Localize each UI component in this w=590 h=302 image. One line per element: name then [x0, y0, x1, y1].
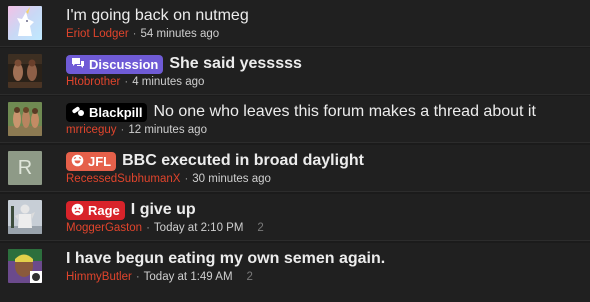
- chat-bubbles-icon: [71, 55, 85, 74]
- letter-avatar-icon[interactable]: R: [8, 151, 42, 185]
- thread-row[interactable]: R JFL BBC executed in broad daylight Rec…: [0, 145, 590, 192]
- thread-time[interactable]: Today at 1:49 AM: [144, 270, 233, 285]
- prefix-badge-jfl[interactable]: JFL: [66, 151, 117, 171]
- thread-title[interactable]: I have begun eating my own semen again.: [66, 249, 385, 269]
- thread-author[interactable]: HimmyButler: [66, 270, 132, 285]
- meta-separator: ·: [135, 271, 140, 283]
- meta-separator: ·: [120, 124, 125, 136]
- prefix-badge-rage[interactable]: Rage: [66, 200, 125, 220]
- prefix-badge-blackpill[interactable]: Blackpill: [66, 102, 148, 122]
- thread-time[interactable]: Today at 2:10 PM: [154, 221, 244, 236]
- pills-icon: [71, 103, 85, 122]
- prefix-label: Blackpill: [89, 104, 143, 120]
- meta-separator: ·: [184, 173, 189, 185]
- statue-avatar-icon[interactable]: [8, 200, 42, 234]
- thread-author[interactable]: Eriot Lodger: [66, 27, 129, 42]
- reply-count: 2: [257, 222, 264, 234]
- thread-row[interactable]: Blackpill No one who leaves this forum m…: [0, 96, 590, 143]
- thread-time[interactable]: 30 minutes ago: [192, 172, 271, 187]
- thread-time[interactable]: 12 minutes ago: [128, 123, 207, 138]
- laugh-icon: [71, 152, 84, 171]
- thread-row[interactable]: I have begun eating my own semen again. …: [0, 243, 590, 302]
- thread-list: I'm going back on nutmeg Eriot Lodger · …: [0, 0, 590, 302]
- thread-title[interactable]: She said yesssss: [169, 54, 302, 74]
- portrait-avatar-icon[interactable]: [8, 249, 42, 283]
- angry-face-icon: [71, 201, 84, 220]
- thread-author[interactable]: mrriceguy: [66, 123, 116, 138]
- meta-separator: ·: [124, 76, 129, 88]
- thread-title[interactable]: I'm going back on nutmeg: [66, 6, 249, 26]
- prefix-label: Discussion: [89, 56, 159, 72]
- meta-separator: ·: [146, 222, 150, 234]
- reply-count: 2: [246, 271, 253, 283]
- meta-separator: ·: [132, 28, 137, 40]
- thread-row[interactable]: Discussion She said yesssss Htobrother ·…: [0, 48, 590, 95]
- unicorn-avatar-icon[interactable]: [8, 6, 42, 40]
- thread-row[interactable]: Rage I give up MoggerGaston · Today at 2…: [0, 194, 590, 241]
- thread-row[interactable]: I'm going back on nutmeg Eriot Lodger · …: [0, 0, 590, 47]
- prefix-label: Rage: [88, 202, 120, 218]
- avatar-letter: R: [17, 157, 33, 179]
- thread-author[interactable]: Htobrother: [66, 75, 120, 90]
- prefix-badge-discussion[interactable]: Discussion: [66, 54, 164, 74]
- prefix-label: JFL: [88, 153, 112, 169]
- thread-time[interactable]: 4 minutes ago: [132, 75, 204, 90]
- photo-avatar-icon[interactable]: [8, 102, 42, 136]
- thread-title[interactable]: No one who leaves this forum makes a thr…: [153, 102, 535, 122]
- thread-time[interactable]: 54 minutes ago: [141, 27, 220, 42]
- thread-author[interactable]: RecessedSubhumanX: [66, 172, 180, 187]
- photo-avatar-icon[interactable]: [8, 54, 42, 88]
- thread-author[interactable]: MoggerGaston: [66, 221, 142, 236]
- thread-title[interactable]: BBC executed in broad daylight: [122, 151, 364, 171]
- thread-title[interactable]: I give up: [131, 200, 196, 220]
